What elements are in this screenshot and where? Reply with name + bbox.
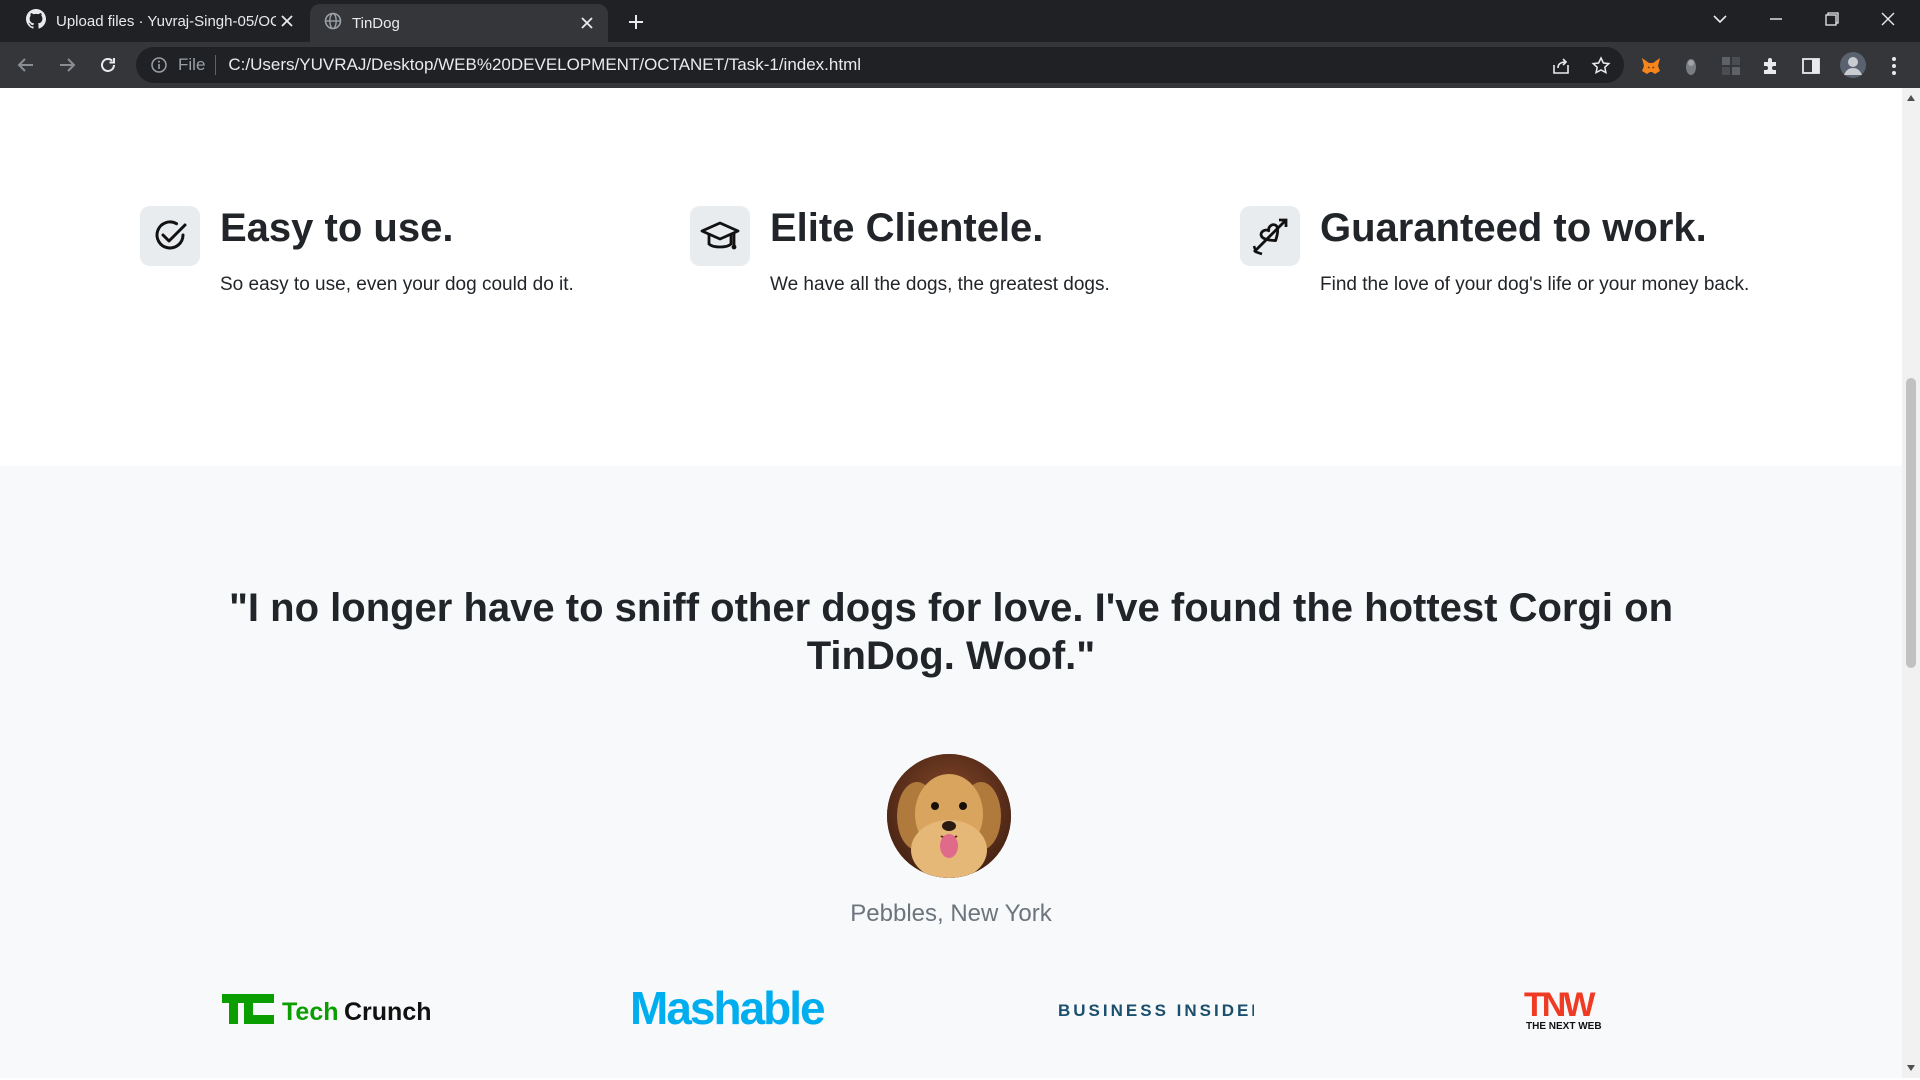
testimonial-author: Pebbles, New York — [850, 900, 1052, 927]
puzzle-extensions-icon[interactable] — [1759, 54, 1783, 78]
svg-text:Mashable: Mashable — [630, 984, 825, 1034]
close-icon — [1881, 12, 1895, 26]
page-scrollbar[interactable] — [1902, 88, 1920, 1078]
business-insider-logo: BUSINESS INSIDER — [1058, 998, 1254, 1022]
minimize-icon — [1770, 18, 1782, 20]
check-circle-icon — [140, 206, 200, 266]
grid-extension-icon[interactable] — [1719, 54, 1743, 78]
techcrunch-logo: Tech Crunch — [222, 992, 434, 1028]
scroll-down-arrow-icon[interactable] — [1902, 1060, 1920, 1076]
minimize-button[interactable] — [1748, 0, 1804, 38]
info-icon[interactable] — [150, 56, 168, 74]
feature-description: So easy to use, even your dog could do i… — [220, 274, 574, 295]
forward-button[interactable] — [51, 49, 83, 81]
testimonial-quote: "I no longer have to sniff other dogs fo… — [228, 586, 1674, 678]
share-icon[interactable] — [1550, 55, 1572, 77]
testimonial-section: "I no longer have to sniff other dogs fo… — [0, 466, 1902, 1078]
feature-description: We have all the dogs, the greatest dogs. — [770, 274, 1110, 295]
extension-icon[interactable] — [1679, 54, 1703, 78]
side-panel-icon[interactable] — [1799, 54, 1823, 78]
scheme-label: File — [178, 55, 206, 74]
github-icon — [26, 9, 47, 33]
close-window-button[interactable] — [1860, 0, 1916, 38]
graduation-cap-icon — [690, 206, 750, 266]
feature-title: Guaranteed to work. — [1320, 206, 1707, 250]
reload-icon — [101, 58, 115, 72]
close-tab-icon[interactable] — [278, 12, 296, 30]
restore-icon — [1825, 12, 1839, 26]
svg-text:Crunch: Crunch — [344, 998, 432, 1026]
address-bar[interactable]: File C:/Users/YUVRAJ/Desktop/WEB%20DEVEL… — [136, 47, 1624, 83]
back-button[interactable] — [10, 49, 42, 81]
tab-title: TinDog — [352, 14, 400, 32]
browser-toolbar: File C:/Users/YUVRAJ/Desktop/WEB%20DEVEL… — [0, 42, 1920, 88]
feature-description: Find the love of your dog's life or your… — [1320, 274, 1750, 295]
feature-title: Easy to use. — [220, 206, 454, 250]
bookmark-star-icon[interactable] — [1590, 55, 1612, 77]
profile-avatar[interactable] — [1839, 51, 1867, 79]
svg-text:Tech: Tech — [282, 998, 339, 1026]
close-tab-icon[interactable] — [578, 14, 596, 32]
arrow-left-icon — [17, 58, 33, 72]
tab-title: Upload files · Yuvraj-Singh-05/OCTANET — [56, 12, 276, 30]
tab-upload-files[interactable]: Upload files · Yuvraj-Singh-05/OCTANET — [12, 0, 308, 42]
reload-button[interactable] — [92, 49, 124, 81]
url-text[interactable]: C:/Users/YUVRAJ/Desktop/WEB%20DEVELOPMEN… — [228, 55, 861, 75]
svg-text:BUSINESS INSIDER: BUSINESS INSIDER — [1058, 1001, 1254, 1020]
menu-dots-icon[interactable] — [1882, 54, 1906, 78]
tab-tindog[interactable]: TinDog — [310, 4, 608, 42]
arrow-right-icon — [60, 58, 76, 72]
browser-tab-strip: Upload files · Yuvraj-Singh-05/OCTANET T… — [0, 0, 1920, 42]
page-viewport: Easy to use. So easy to use, even your d… — [0, 88, 1902, 1078]
heart-arrow-icon — [1240, 206, 1300, 266]
features-section: Easy to use. So easy to use, even your d… — [0, 88, 1902, 466]
mashable-logo: Mashable — [630, 984, 856, 1034]
globe-icon — [324, 12, 342, 34]
new-tab-button[interactable] — [620, 6, 652, 38]
dog-avatar — [887, 754, 1011, 878]
divider — [215, 55, 217, 75]
svg-text:THE NEXT WEB: THE NEXT WEB — [1526, 1021, 1602, 1032]
chevron-down-icon — [1713, 15, 1727, 24]
the-next-web-logo: TNW THE NEXT WEB — [1522, 986, 1614, 1032]
svg-text:TNW: TNW — [1524, 986, 1596, 1024]
restore-button[interactable] — [1804, 0, 1860, 38]
scrollbar-thumb[interactable] — [1906, 378, 1916, 668]
plus-icon — [629, 15, 643, 29]
metamask-extension-icon[interactable] — [1639, 54, 1663, 78]
tab-search-button[interactable] — [1692, 0, 1748, 38]
scroll-up-arrow-icon[interactable] — [1902, 90, 1920, 106]
feature-title: Elite Clientele. — [770, 206, 1044, 250]
